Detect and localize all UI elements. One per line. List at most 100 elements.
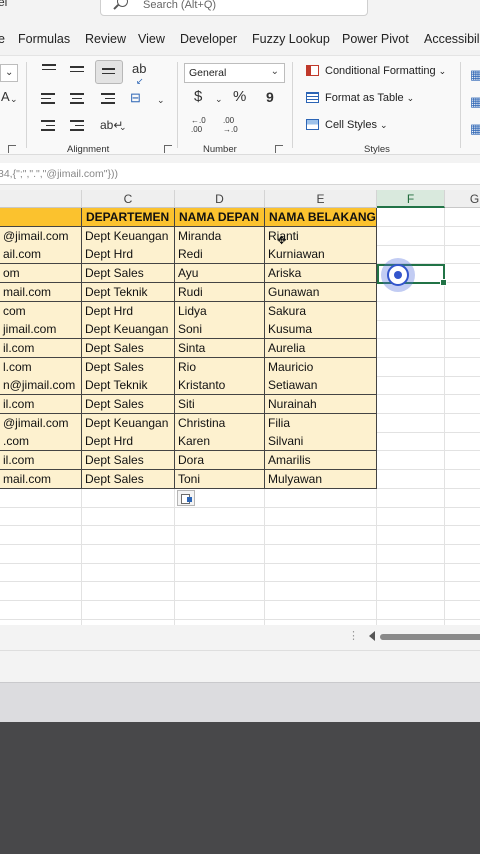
number-format-dropdown[interactable]: General ⌄ — [184, 63, 285, 83]
column-header-f[interactable]: F — [377, 190, 445, 208]
empty-cell[interactable] — [0, 507, 82, 527]
empty-cell[interactable] — [445, 470, 480, 489]
table-cell-departemen[interactable]: Dept Teknik — [82, 282, 175, 302]
table-cell-nama-belakang[interactable]: Mauricio — [265, 357, 377, 377]
table-cell-email[interactable]: il.com — [0, 395, 82, 414]
table-cell-nama-belakang[interactable]: Ariska — [265, 264, 377, 284]
table-cell-nama-belakang[interactable]: Gunawan — [265, 282, 377, 302]
empty-cell[interactable] — [0, 600, 82, 620]
increase-indent-icon[interactable] — [70, 120, 84, 132]
empty-cell[interactable] — [445, 245, 480, 265]
empty-cell[interactable] — [377, 451, 445, 471]
table-cell-nama-depan[interactable]: Dora — [175, 451, 265, 471]
empty-cell[interactable] — [175, 619, 265, 625]
scroll-left-icon[interactable] — [369, 631, 375, 641]
column-header-e[interactable]: E — [265, 190, 377, 208]
empty-cell[interactable] — [445, 339, 480, 358]
empty-cell[interactable] — [82, 600, 175, 620]
table-cell-nama-depan[interactable]: Lidya — [175, 301, 265, 321]
empty-cell[interactable] — [265, 619, 377, 625]
table-cell-email[interactable]: mail.com — [0, 469, 82, 489]
format-as-table-button[interactable]: Format as Table ⌄ — [306, 92, 414, 108]
table-cell-email[interactable]: ail.com — [0, 245, 82, 265]
align-middle-icon[interactable] — [70, 66, 84, 78]
table-cell-nama-belakang[interactable]: Amarilis — [265, 451, 377, 471]
table-cell-departemen[interactable]: Dept Hrd — [82, 301, 175, 321]
table-cell-departemen[interactable]: Dept Teknik — [82, 376, 175, 396]
decrease-decimal-button[interactable]: .00 →.0 — [223, 116, 243, 134]
table-cell-nama-depan[interactable]: Rio — [175, 357, 265, 377]
formula-bar[interactable]: 34,{";",".","@jimail.com"})) — [0, 163, 480, 185]
empty-cell[interactable] — [445, 582, 480, 601]
table-cell-nama-depan[interactable]: Christina — [175, 413, 265, 433]
table-cell-email[interactable]: @jimail.com — [0, 413, 82, 433]
font-color-button[interactable]: A — [1, 90, 10, 104]
table-cell-departemen[interactable]: Dept Keuangan — [82, 320, 175, 340]
insert-cells-icon[interactable]: ▦ — [470, 68, 480, 82]
empty-cell[interactable] — [445, 451, 480, 471]
tab-developer[interactable]: Developer — [180, 32, 237, 46]
table-cell-nama-belakang[interactable]: Mulyawan — [265, 469, 377, 489]
empty-cell[interactable] — [445, 545, 480, 564]
empty-cell[interactable] — [377, 525, 445, 545]
empty-cell[interactable] — [445, 208, 480, 227]
tab-formulas[interactable]: Formulas — [18, 32, 70, 46]
align-right-icon[interactable] — [101, 93, 115, 105]
empty-cell[interactable] — [265, 563, 377, 583]
table-cell-nama-depan[interactable]: Siti — [175, 395, 265, 414]
empty-cell[interactable] — [0, 563, 82, 583]
tab-fuzzy-lookup[interactable]: Fuzzy Lookup — [252, 32, 330, 46]
empty-cell[interactable] — [377, 600, 445, 620]
header-cell-nama-depan[interactable]: NAMA DEPAN — [175, 208, 265, 227]
empty-cell[interactable] — [377, 432, 445, 452]
table-cell-email[interactable]: il.com — [0, 451, 82, 471]
empty-cell[interactable] — [445, 619, 480, 625]
table-cell-email[interactable]: mail.com — [0, 282, 82, 302]
tab-frag[interactable]: e — [0, 32, 5, 46]
percent-button[interactable]: % — [233, 89, 246, 104]
table-cell-nama-depan[interactable]: Sinta — [175, 338, 265, 358]
horizontal-scrollbar-thumb[interactable] — [380, 634, 480, 640]
empty-cell[interactable] — [377, 582, 445, 601]
empty-cell[interactable] — [265, 507, 377, 527]
empty-cell[interactable] — [377, 376, 445, 396]
tab-accessibility[interactable]: Accessibility — [424, 32, 480, 46]
table-cell-nama-depan[interactable]: Miranda — [175, 226, 265, 246]
empty-cell[interactable] — [175, 582, 265, 601]
empty-cell[interactable] — [82, 563, 175, 583]
table-cell-nama-belakang[interactable]: Nurainah — [265, 395, 377, 414]
empty-cell[interactable] — [0, 525, 82, 545]
conditional-formatting-button[interactable]: Conditional Formatting ⌄ — [306, 65, 446, 81]
empty-cell[interactable] — [445, 302, 480, 321]
table-cell-departemen[interactable]: Dept Sales — [82, 395, 175, 414]
decrease-indent-icon[interactable] — [41, 120, 55, 132]
empty-cell[interactable] — [377, 338, 445, 358]
table-cell-departemen[interactable]: Dept Sales — [82, 338, 175, 358]
currency-button[interactable]: $ — [194, 89, 202, 104]
table-cell-email[interactable]: l.com — [0, 357, 82, 377]
empty-cell[interactable] — [82, 544, 175, 564]
empty-cell[interactable] — [0, 582, 82, 601]
table-cell-nama-belakang[interactable]: Kurniawan — [265, 245, 377, 265]
empty-cell[interactable] — [175, 544, 265, 564]
empty-cell[interactable] — [445, 283, 480, 302]
column-header-c[interactable]: C — [82, 190, 175, 208]
empty-cell[interactable] — [265, 544, 377, 564]
empty-cell[interactable] — [445, 507, 480, 527]
column-header-d[interactable]: D — [175, 190, 265, 208]
table-cell-nama-belakang[interactable]: Sakura — [265, 301, 377, 321]
comma-style-button[interactable]: 9 — [266, 90, 274, 104]
table-cell-departemen[interactable]: Dept Keuangan — [82, 226, 175, 246]
table-cell-nama-belakang[interactable]: Kusuma — [265, 320, 377, 340]
empty-cell[interactable] — [445, 414, 480, 433]
table-cell-nama-depan[interactable]: Toni — [175, 469, 265, 489]
table-cell-email[interactable]: il.com — [0, 338, 82, 358]
table-cell-departemen[interactable]: Dept Sales — [82, 264, 175, 284]
font-launcher-icon[interactable] — [8, 145, 16, 153]
empty-cell[interactable] — [0, 619, 82, 625]
tab-power-pivot[interactable]: Power Pivot — [342, 32, 409, 46]
empty-cell[interactable] — [377, 226, 445, 246]
alignment-launcher-icon[interactable] — [164, 145, 172, 153]
column-header-g[interactable]: G — [445, 190, 480, 208]
table-cell-nama-depan[interactable]: Ayu — [175, 264, 265, 284]
